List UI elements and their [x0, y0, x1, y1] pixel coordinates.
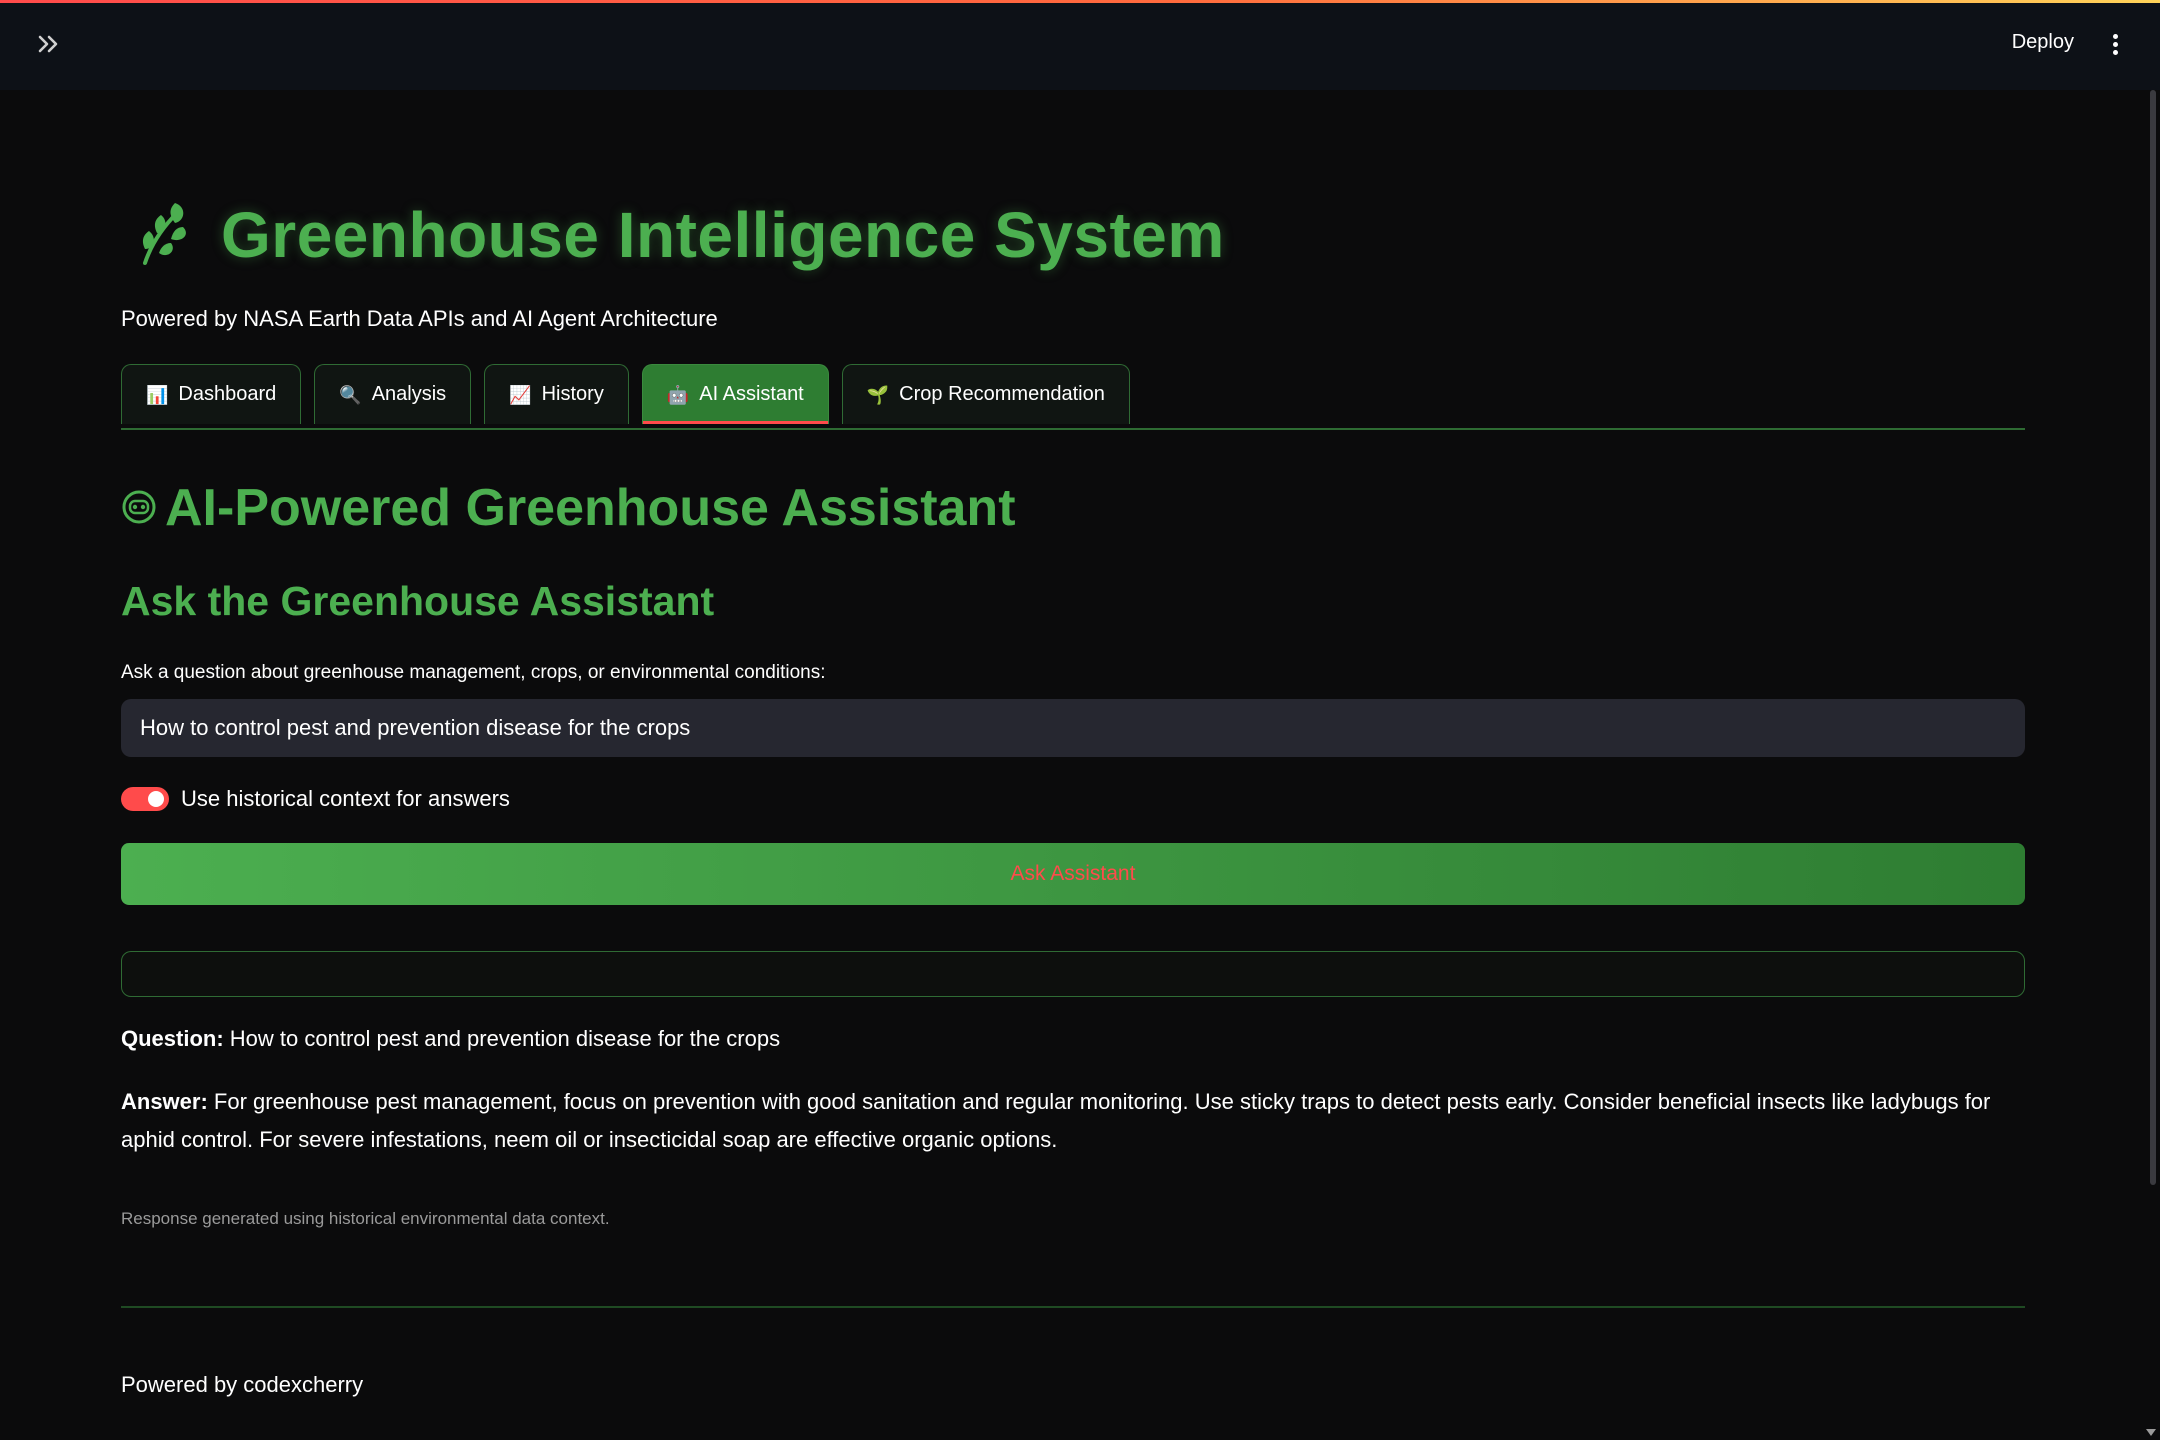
question-label: Question:	[121, 1026, 224, 1051]
tab-label: Dashboard	[178, 383, 277, 405]
scrollbar[interactable]	[2150, 90, 2156, 1185]
footer-text: Powered by codexcherry	[121, 1372, 364, 1397]
robot-icon: 🤖	[666, 384, 690, 405]
question-input-label: Ask a question about greenhouse manageme…	[121, 662, 826, 683]
scroll-down-arrow-icon[interactable]	[2146, 1429, 2156, 1436]
tab-bar: 📊 Dashboard 🔍 Analysis 📈 History 🤖 AI As…	[121, 364, 2025, 430]
tab-analysis[interactable]: 🔍 Analysis	[314, 364, 472, 424]
tab-label: AI Assistant	[699, 383, 804, 405]
bar-chart-icon: 📊	[146, 384, 169, 405]
tab-crop-recommendation[interactable]: 🌱 Crop Recommendation	[841, 364, 1130, 424]
response-container	[121, 951, 2025, 997]
answer-label: Answer:	[121, 1089, 208, 1114]
kebab-menu-icon[interactable]	[2110, 34, 2120, 60]
assistant-subheading: Ask the Greenhouse Assistant	[121, 578, 715, 624]
question-input[interactable]	[121, 699, 2025, 757]
app-header: Deploy	[0, 3, 2160, 90]
question-display: Question: How to control pest and preven…	[121, 1020, 2025, 1058]
tab-label: Analysis	[371, 383, 447, 405]
historical-context-toggle-row: Use historical context for answers	[121, 786, 510, 812]
answer-display: Answer: For greenhouse pest management, …	[121, 1083, 2025, 1159]
historical-context-toggle[interactable]	[121, 787, 169, 811]
toggle-label: Use historical context for answers	[181, 786, 510, 811]
deploy-button[interactable]: Deploy	[2012, 31, 2074, 54]
tab-ai-assistant[interactable]: 🤖 AI Assistant	[641, 364, 829, 424]
trend-chart-icon: 📈	[509, 384, 532, 405]
tab-dashboard[interactable]: 📊 Dashboard	[121, 364, 302, 424]
double-chevron-right-icon[interactable]	[34, 29, 64, 59]
question-text: How to control pest and prevention disea…	[229, 1026, 781, 1051]
tab-label: Crop Recommendation	[899, 383, 1105, 405]
seedling-icon: 🌱	[866, 384, 890, 405]
ask-assistant-button[interactable]: Ask Assistant	[121, 843, 2025, 905]
assistant-heading: AI-Powered Greenhouse Assistant	[121, 478, 1016, 538]
tab-label: History	[541, 383, 604, 405]
page-title: Greenhouse Intelligence System	[131, 198, 1225, 272]
toggle-knob	[148, 791, 164, 807]
robot-icon	[121, 478, 157, 538]
answer-text: For greenhouse pest management, focus on…	[121, 1089, 1991, 1152]
divider	[121, 1306, 2025, 1308]
app-title-text: Greenhouse Intelligence System	[221, 199, 1225, 271]
response-caption: Response generated using historical envi…	[121, 1209, 610, 1228]
assistant-heading-text: AI-Powered Greenhouse Assistant	[165, 479, 1016, 537]
herb-leaf-icon	[131, 199, 195, 272]
tab-history[interactable]: 📈 History	[484, 364, 629, 424]
app-subtitle: Powered by NASA Earth Data APIs and AI A…	[121, 306, 718, 331]
magnifier-icon: 🔍	[339, 384, 362, 405]
